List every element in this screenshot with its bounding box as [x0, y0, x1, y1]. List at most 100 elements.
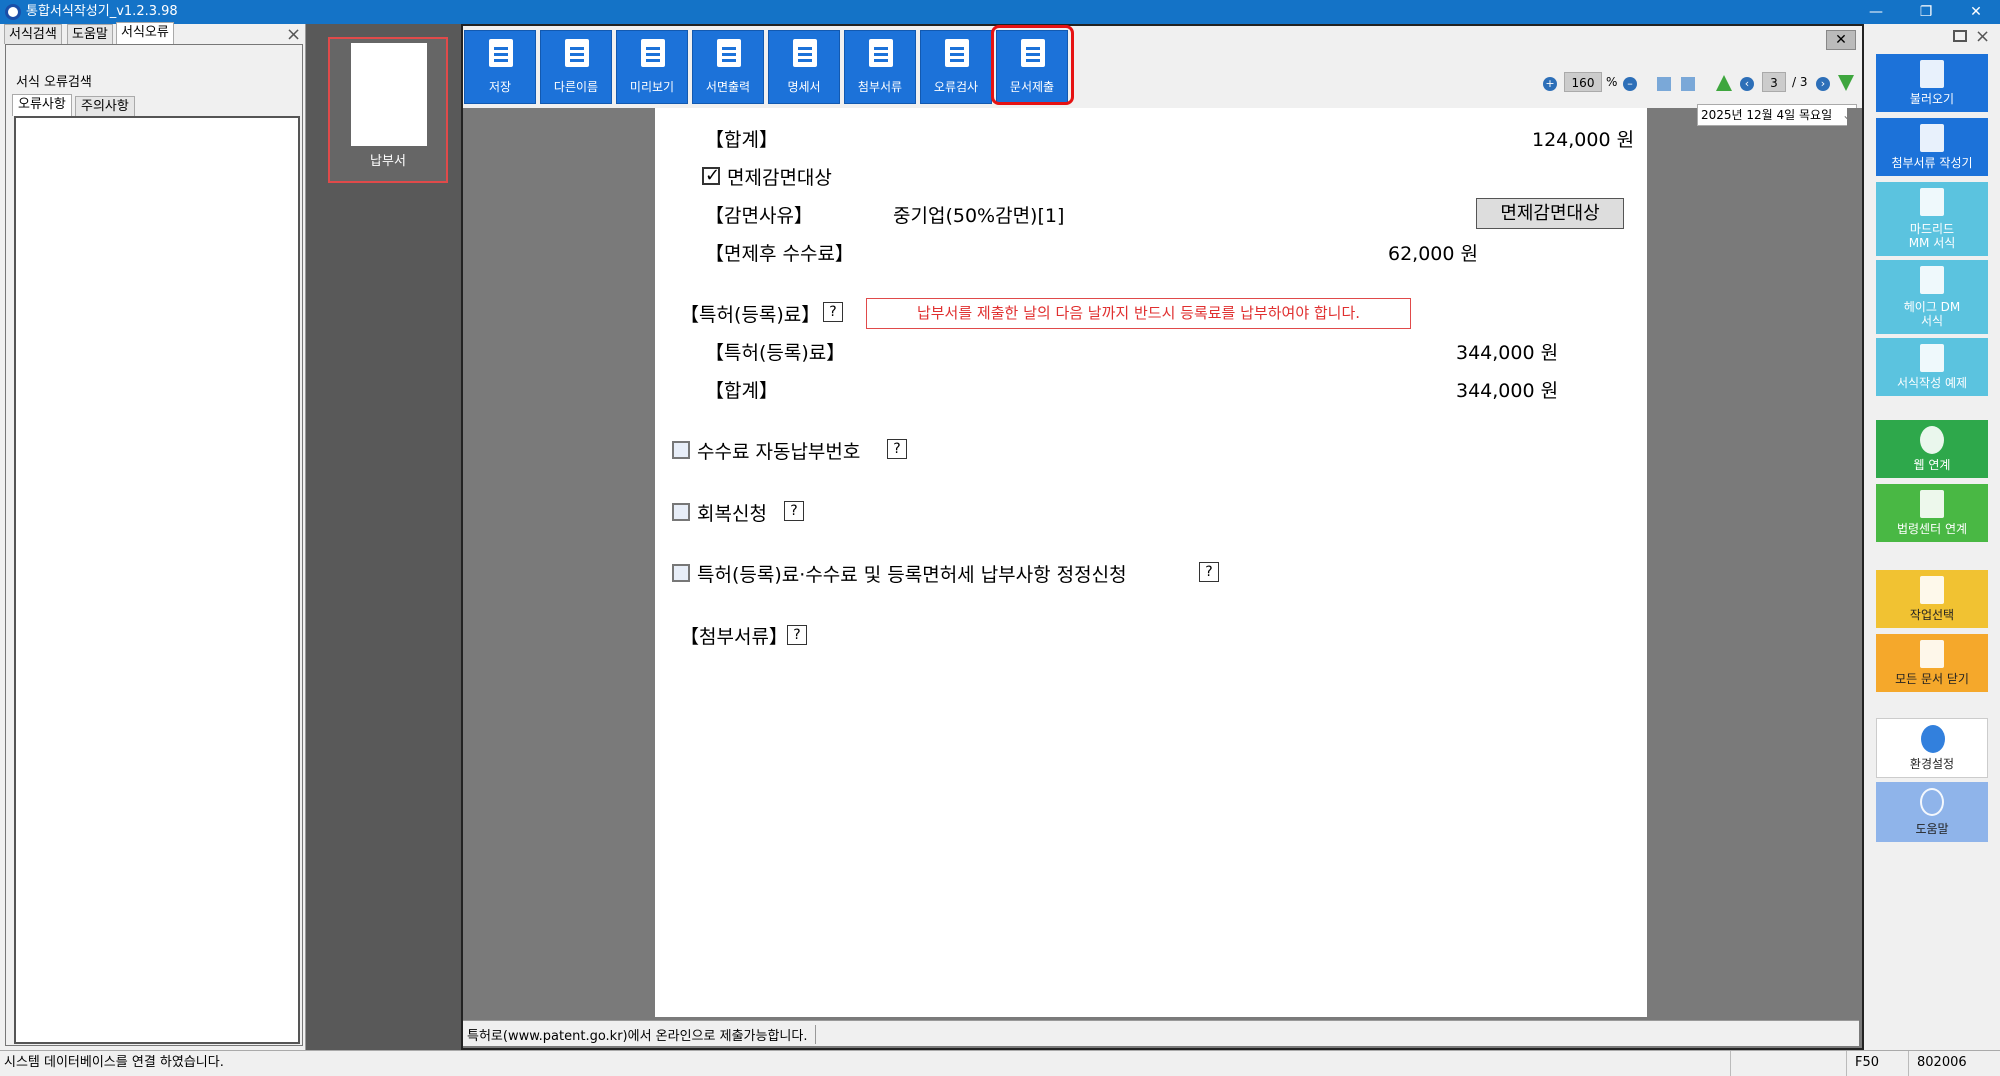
attach-heading: 【첨부서류】: [680, 626, 788, 648]
help-button[interactable]: 도움말: [1876, 782, 1988, 842]
form-examples-button[interactable]: 서식작성 예제: [1876, 338, 1988, 396]
law-center-button[interactable]: 법령센터 연계: [1876, 484, 1988, 542]
task-select-label: 작업선택: [1909, 608, 1955, 622]
save-button[interactable]: 저장: [464, 30, 536, 104]
payment-warning: 납부서를 제출한 날의 다음 날까지 반드시 등록료를 납부하여야 합니다.: [866, 298, 1411, 329]
settings-button[interactable]: 환경설정: [1876, 718, 1988, 778]
tab-help[interactable]: 도움말: [67, 24, 113, 44]
form-examples-label: 서식작성 예제: [1896, 376, 1968, 390]
madrid-mm-button[interactable]: 마드리드 MM 서식: [1876, 182, 1988, 256]
tab-form-search[interactable]: 서식검색: [4, 24, 62, 44]
help-icon[interactable]: ?: [823, 302, 843, 322]
exempt-reduction-button[interactable]: 면제감면대상: [1476, 198, 1624, 229]
exempt-checkbox-label: 면제감면대상: [727, 167, 832, 189]
correction-checkbox[interactable]: [672, 564, 690, 582]
preview-label: 미리보기: [629, 80, 675, 94]
current-page[interactable]: 3: [1762, 72, 1786, 92]
save-label: 저장: [488, 80, 512, 94]
globe-icon: [1920, 426, 1944, 454]
specification-label: 명세서: [787, 80, 821, 94]
app-logo-icon: [5, 4, 21, 20]
load-label: 불러오기: [1909, 92, 1955, 106]
recovery-checkbox[interactable]: [672, 503, 690, 521]
thumbnail-label: 납부서: [370, 154, 406, 169]
error-check-button[interactable]: 오류검사: [920, 30, 992, 104]
print-label: 서면출력: [705, 80, 751, 94]
help-icon[interactable]: ?: [1199, 562, 1219, 582]
madrid-icon: [1920, 188, 1944, 216]
close-all-label: 모든 문서 닫기: [1895, 672, 1969, 686]
panel-toggle-icon[interactable]: [1953, 30, 1967, 42]
error-check-icon: [945, 39, 969, 67]
status-key: F50: [1846, 1051, 1906, 1076]
close-doc-icon[interactable]: ✕: [1826, 30, 1856, 50]
exempt-checkbox[interactable]: [702, 165, 720, 186]
specification-button[interactable]: 명세서: [768, 30, 840, 104]
after-fee-label: 【면제후 수수료】: [705, 243, 854, 265]
specification-icon: [793, 39, 817, 67]
minimize-icon[interactable]: —: [1856, 0, 1896, 24]
law-center-label: 법령센터 연계: [1896, 522, 1968, 536]
close-sidebar-icon[interactable]: ×: [1975, 26, 1990, 47]
date-value: 2025년 12월 4일 목요일: [1701, 108, 1833, 122]
preview-button[interactable]: 미리보기: [616, 30, 688, 104]
last-page-icon[interactable]: [1838, 75, 1854, 91]
question-icon: [1920, 788, 1944, 816]
print-button[interactable]: 서면출력: [692, 30, 764, 104]
tab-error-items[interactable]: 오류사항: [12, 94, 72, 116]
madrid-label: 마드리드 MM 서식: [1908, 222, 1956, 250]
zoom-in-icon[interactable]: +: [1543, 77, 1557, 91]
close-window-icon[interactable]: ✕: [1956, 0, 1996, 24]
save-as-label: 다른이름: [553, 80, 599, 94]
first-page-icon[interactable]: [1716, 75, 1732, 91]
web-link-button[interactable]: 웹 연계: [1876, 420, 1988, 478]
close-all-button[interactable]: 모든 문서 닫기: [1876, 634, 1988, 692]
form-examples-icon: [1920, 344, 1944, 372]
auto-payment-label: 수수료 자동납부번호: [697, 441, 861, 463]
attachments-button[interactable]: 첨부서류: [844, 30, 916, 104]
save-as-icon: [565, 39, 589, 67]
attachments-icon: [869, 39, 893, 67]
help-label: 도움말: [1915, 822, 1949, 836]
sum1-label: 【합계】: [705, 129, 778, 151]
web-link-label: 웹 연계: [1913, 458, 1951, 472]
next-page-icon[interactable]: ›: [1816, 77, 1830, 91]
checkbox-icon: [1920, 576, 1944, 604]
door-exit-icon: [1920, 640, 1944, 668]
status-bar: 시스템 데이터베이스를 연결 하였습니다. F50 802006: [0, 1050, 2000, 1076]
hague-label: 헤이그 DM 서식: [1903, 300, 1961, 328]
zoom-out-icon[interactable]: –: [1623, 77, 1637, 91]
attachment-writer-button[interactable]: 첨부서류 작성기: [1876, 118, 1988, 176]
tab-form-errors[interactable]: 서식오류: [116, 22, 174, 44]
close-panel-icon[interactable]: ×: [286, 24, 301, 45]
attachment-writer-label: 첨부서류 작성기: [1891, 156, 1973, 170]
auto-payment-checkbox[interactable]: [672, 441, 690, 459]
hague-dm-button[interactable]: 헤이그 DM 서식: [1876, 260, 1988, 334]
fit-page-icon[interactable]: [1681, 77, 1695, 91]
gear-icon: [1921, 725, 1945, 753]
date-picker[interactable]: 2025년 12월 4일 목요일⌄: [1697, 104, 1857, 126]
load-button[interactable]: 불러오기: [1876, 54, 1988, 112]
zoom-value[interactable]: 160: [1564, 72, 1602, 92]
vertical-scrollbar[interactable]: [1847, 108, 1859, 1020]
tab-caution-items[interactable]: 주의사항: [75, 96, 135, 116]
task-select-button[interactable]: 작업선택: [1876, 570, 1988, 628]
help-icon[interactable]: ?: [784, 501, 804, 521]
prev-page-icon[interactable]: ‹: [1740, 77, 1754, 91]
inner-status: 특허로(www.patent.go.kr)에서 온라인으로 제출가능합니다.: [463, 1020, 1859, 1046]
help-icon[interactable]: ?: [887, 439, 907, 459]
thumbnail-page: [351, 43, 427, 146]
save-as-button[interactable]: 다른이름: [540, 30, 612, 104]
error-list[interactable]: [14, 116, 300, 1044]
fit-width-icon[interactable]: [1657, 77, 1671, 91]
inner-status-text: 특허로(www.patent.go.kr)에서 온라인으로 제출가능합니다.: [467, 1025, 817, 1044]
help-icon[interactable]: ?: [787, 625, 807, 645]
preview-icon: [641, 39, 665, 67]
load-icon: [1920, 60, 1944, 88]
reg-fee-label: 【특허(등록)료】: [705, 342, 846, 364]
reg-fee-value: 344,000 원: [1456, 342, 1559, 364]
recovery-label: 회복신청: [697, 503, 767, 525]
reason-value: 중기업(50%감면)[1]: [893, 205, 1065, 227]
restore-icon[interactable]: ❐: [1906, 0, 1946, 24]
status-message: 시스템 데이터베이스를 연결 하였습니다.: [4, 1055, 224, 1070]
